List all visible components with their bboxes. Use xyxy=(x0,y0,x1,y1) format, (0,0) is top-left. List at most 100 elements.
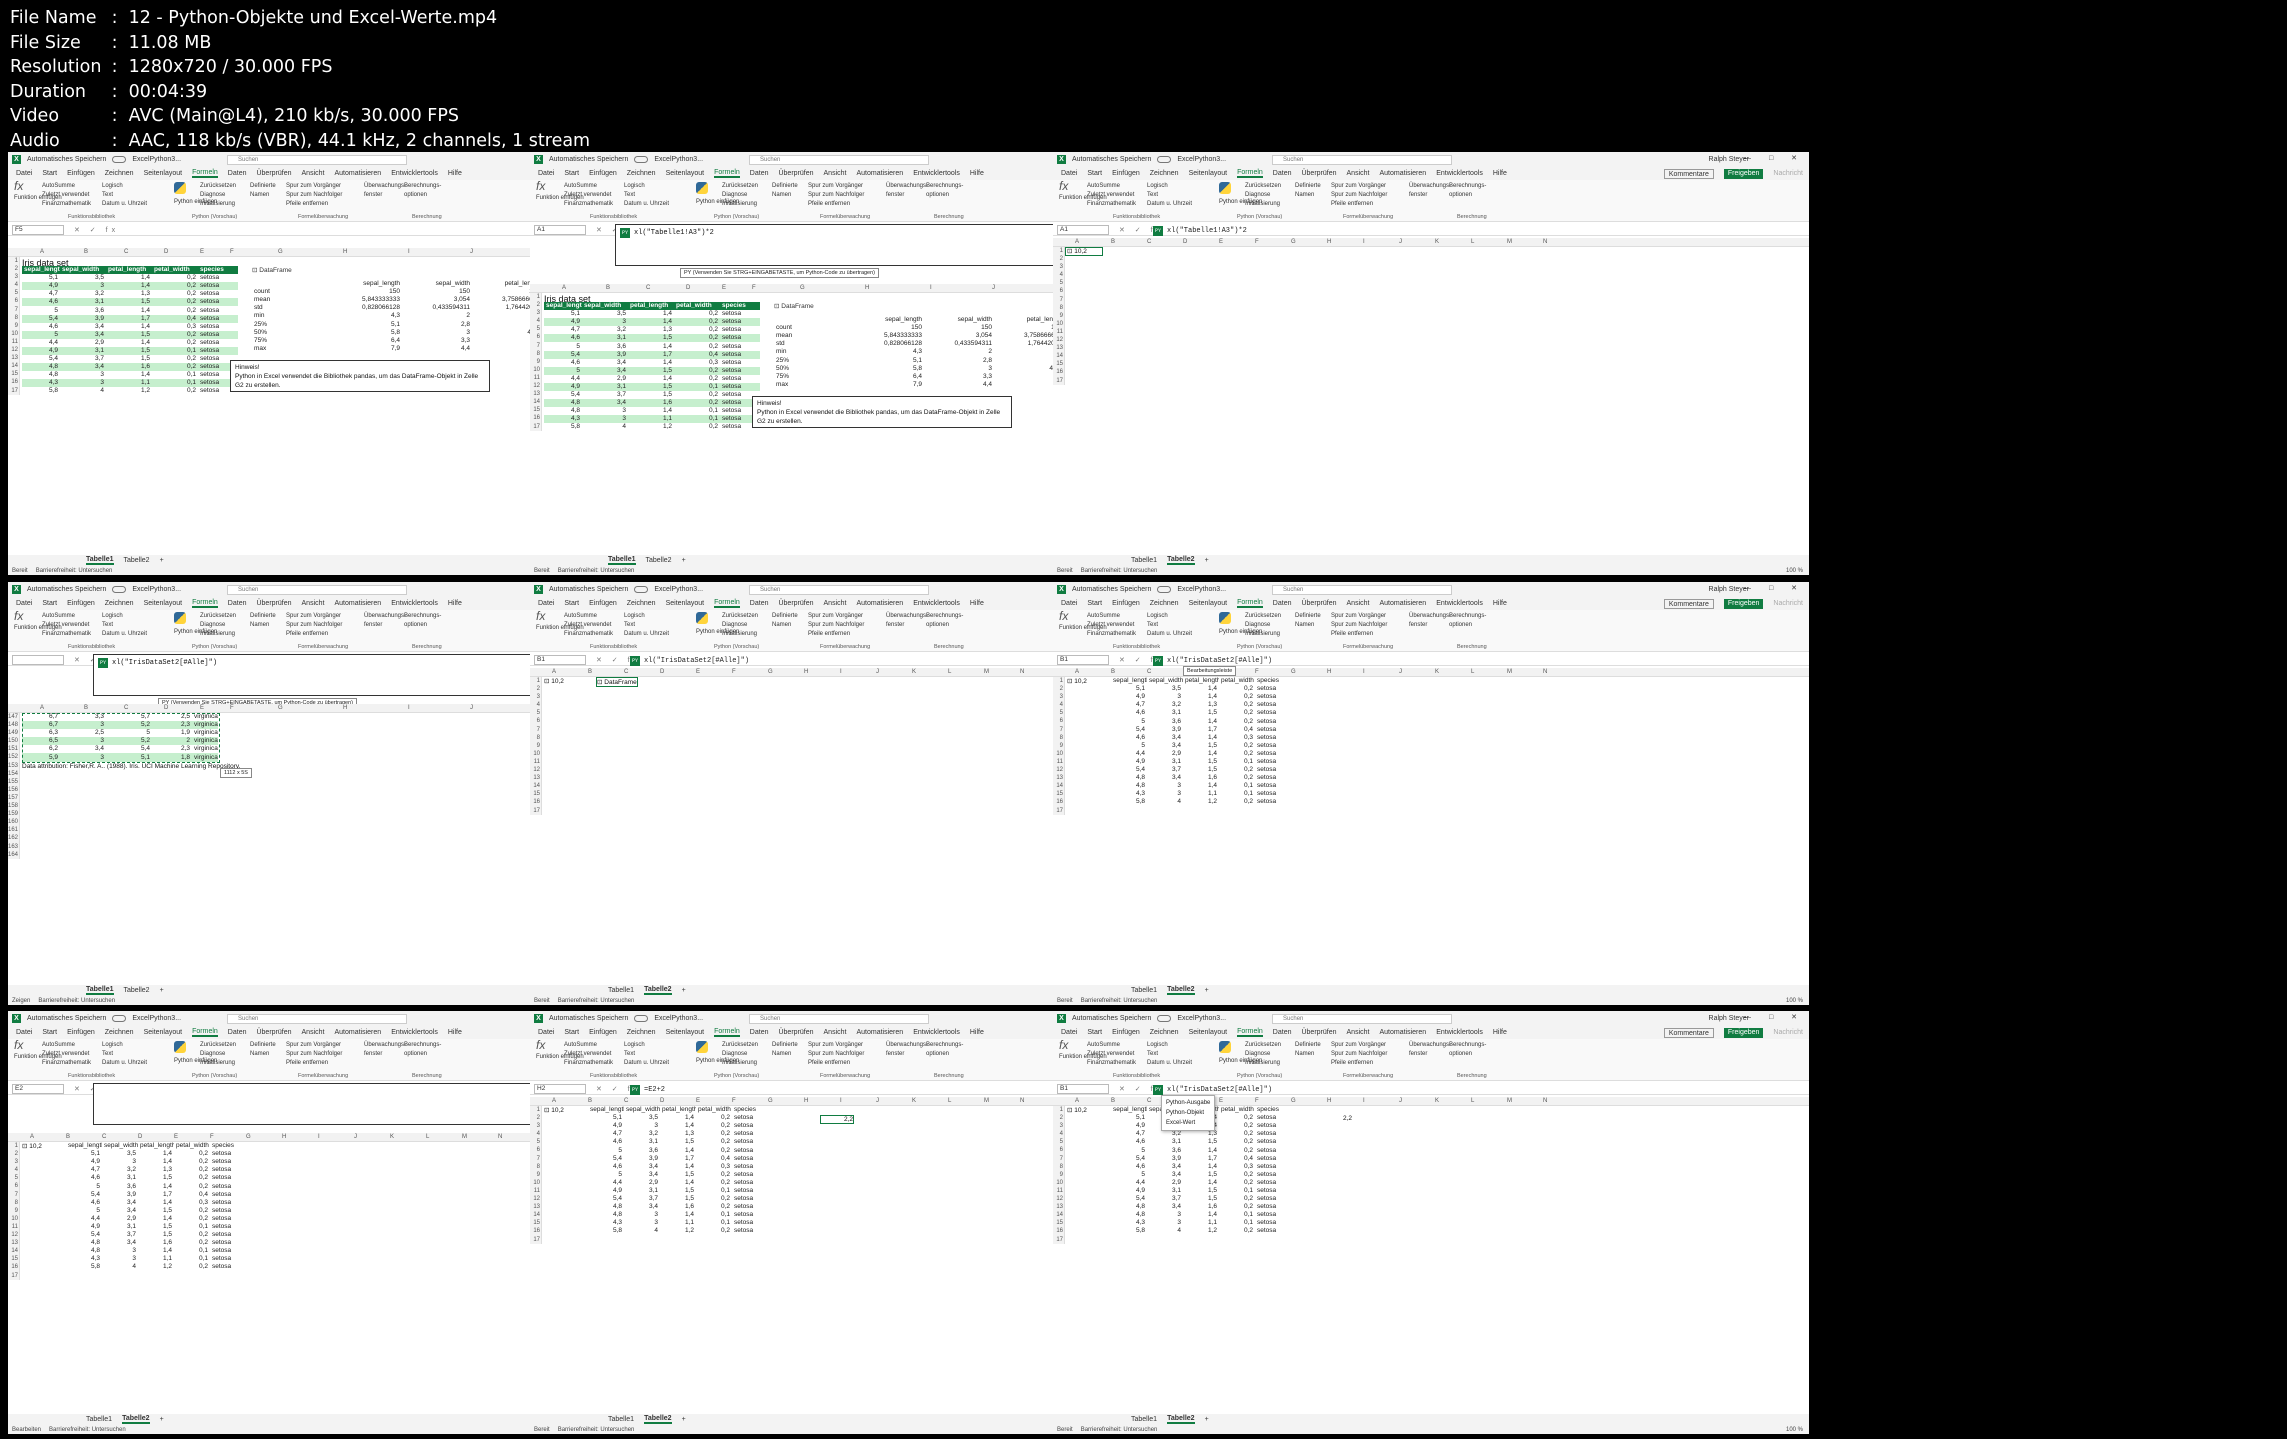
tab-5[interactable]: Formeln xyxy=(1237,169,1263,178)
table-cell[interactable]: 4,6 xyxy=(1111,734,1147,742)
tab-10[interactable]: Entwicklertools xyxy=(1436,600,1483,607)
table-cell[interactable]: 1,5 xyxy=(106,330,152,339)
tab-10[interactable]: Entwicklertools xyxy=(1436,170,1483,177)
tab-11[interactable]: Hilfe xyxy=(1493,170,1507,177)
table-cell[interactable]: 1,7 xyxy=(1183,1155,1219,1163)
add-sheet-button[interactable]: + xyxy=(682,1416,686,1423)
column-header-cell[interactable]: sepal_length xyxy=(22,266,60,275)
table-cell[interactable]: 1,4 xyxy=(1183,1146,1219,1154)
describe-cell[interactable]: 25% xyxy=(252,320,322,328)
table-cell[interactable]: 1,5 xyxy=(106,298,152,307)
table-cell[interactable]: setosa xyxy=(732,1122,768,1130)
table-cell[interactable]: 3,4 xyxy=(1147,1203,1183,1211)
table-cell[interactable]: 4,6 xyxy=(1111,1138,1147,1146)
formula-text[interactable]: PY =E2+2 xyxy=(630,1085,665,1095)
init-button[interactable]: Initialisierung xyxy=(1245,200,1281,209)
table-cell[interactable]: 0,2 xyxy=(1219,1171,1255,1179)
autosave-toggle[interactable] xyxy=(112,1015,127,1022)
diagnose-button[interactable]: Diagnose xyxy=(200,191,236,200)
column-header-cell[interactable]: petal_length xyxy=(106,266,152,275)
tab-3[interactable]: Zeichnen xyxy=(627,600,656,607)
tab-6[interactable]: Daten xyxy=(228,170,247,177)
autosum-button[interactable]: AutoSumme xyxy=(1087,1041,1136,1050)
table-cell[interactable]: setosa xyxy=(210,1255,246,1263)
table-cell[interactable]: 5,4 xyxy=(22,355,60,363)
table-cell[interactable]: 0,2 xyxy=(174,1174,210,1182)
table-cell[interactable]: 5,8 xyxy=(1111,1227,1147,1235)
column-header-cell[interactable]: petal_width xyxy=(152,266,198,275)
tab-0[interactable]: Datei xyxy=(1061,1029,1077,1036)
table-cell[interactable]: 3,7 xyxy=(582,391,628,399)
search-input[interactable]: Suchen xyxy=(1272,584,1453,595)
table-cell[interactable]: 3 xyxy=(624,1122,660,1130)
table-cell[interactable]: 3,5 xyxy=(102,1150,138,1158)
autosave-toggle[interactable] xyxy=(634,586,649,593)
autosave-toggle[interactable] xyxy=(1157,586,1172,593)
share-button[interactable]: Freigeben xyxy=(1723,598,1764,609)
tab-8[interactable]: Ansicht xyxy=(824,170,847,177)
column-header-cell[interactable]: species xyxy=(210,1142,246,1150)
logic-button[interactable]: Logisch xyxy=(624,1041,669,1050)
tab-2[interactable]: Einfügen xyxy=(1112,1029,1140,1036)
table-cell[interactable]: 4,8 xyxy=(66,1239,102,1247)
column-header-cell[interactable]: sepal_length xyxy=(1111,1106,1147,1114)
table-cell[interactable]: 4,3 xyxy=(22,379,60,388)
table-cell[interactable]: 1,5 xyxy=(628,382,674,392)
table-cell[interactable]: setosa xyxy=(720,334,760,343)
sheet-tab[interactable]: Tabelle1 xyxy=(608,987,634,994)
table-cell[interactable]: 5,1 xyxy=(66,1150,102,1158)
remove-arrows-button[interactable]: Pfeile entfernen xyxy=(808,630,864,639)
table-cell[interactable]: 0,2 xyxy=(152,282,198,291)
calc-options-button[interactable]: Berechnungs-optionen xyxy=(404,1041,441,1059)
diagnose-button[interactable]: Diagnose xyxy=(722,1050,758,1059)
table-cell[interactable]: 4,3 xyxy=(588,1219,624,1227)
table-cell[interactable]: setosa xyxy=(210,1182,246,1190)
table-cell[interactable]: 4,9 xyxy=(1111,1187,1147,1195)
diagnose-button[interactable]: Diagnose xyxy=(1245,1050,1281,1059)
table-cell[interactable]: 1,4 xyxy=(106,323,152,331)
table-cell[interactable]: 5 xyxy=(544,366,582,375)
tab-1[interactable]: Start xyxy=(564,1029,579,1036)
table-cell[interactable]: setosa xyxy=(732,1211,768,1219)
table-cell[interactable]: 0,2 xyxy=(696,1130,732,1138)
table-cell[interactable]: 0,3 xyxy=(152,323,198,331)
table-cell[interactable]: 4,9 xyxy=(66,1158,102,1166)
table-cell[interactable]: 5,4 xyxy=(544,350,582,359)
table-cell[interactable]: 1,4 xyxy=(138,1158,174,1166)
accessibility-status[interactable]: Barrierefreiheit: Untersuchen xyxy=(558,568,635,574)
table-cell[interactable]: 0,2 xyxy=(174,1182,210,1190)
describe-cell[interactable]: 5,8 xyxy=(322,329,402,337)
table-cell[interactable]: 5,4 xyxy=(1111,1155,1147,1163)
calc-options-button[interactable]: Berechnungs-optionen xyxy=(404,182,441,200)
tab-6[interactable]: Daten xyxy=(228,600,247,607)
trace-dependents-button[interactable]: Spur zum Nachfolger xyxy=(808,621,864,630)
table-cell[interactable]: 5,1 xyxy=(1111,1114,1147,1122)
table-cell[interactable]: setosa xyxy=(210,1247,246,1255)
watch-window-button[interactable]: Überwachungs-fenster xyxy=(1409,1041,1451,1059)
recent-button[interactable]: Zuletzt verwendet xyxy=(42,1050,91,1059)
table-cell[interactable]: 3,2 xyxy=(102,1166,138,1174)
table-cell[interactable]: 1,3 xyxy=(628,326,674,334)
table-cell[interactable]: 1,4 xyxy=(138,1215,174,1223)
table-cell[interactable]: 0,2 xyxy=(174,1166,210,1174)
table-cell[interactable]: 4,9 xyxy=(66,1223,102,1231)
tab-4[interactable]: Seitenlayout xyxy=(144,170,183,177)
tab-1[interactable]: Start xyxy=(564,170,579,177)
describe-cell[interactable]: min xyxy=(774,348,844,356)
calc-options-button[interactable]: Berechnungs-optionen xyxy=(1449,612,1486,630)
tab-3[interactable]: Zeichnen xyxy=(105,600,134,607)
table-cell[interactable]: 3,4 xyxy=(1147,742,1183,750)
tab-9[interactable]: Automatisieren xyxy=(334,600,381,607)
text-button[interactable]: Text xyxy=(624,191,669,200)
remove-arrows-button[interactable]: Pfeile entfernen xyxy=(808,1059,864,1068)
table-cell[interactable]: 1,5 xyxy=(660,1187,696,1195)
tab-9[interactable]: Automatisieren xyxy=(1379,170,1426,177)
table-cell[interactable]: 1,3 xyxy=(138,1166,174,1174)
table-cell[interactable]: 0,3 xyxy=(174,1199,210,1207)
share-button[interactable]: Freigeben xyxy=(1723,1027,1764,1038)
finance-button[interactable]: Finanzmathematik xyxy=(1087,630,1136,639)
table-cell[interactable]: 0,4 xyxy=(1219,1155,1255,1163)
table-cell[interactable]: 1,5 xyxy=(138,1174,174,1182)
table-cell[interactable]: 0,2 xyxy=(674,366,720,375)
table-cell[interactable]: setosa xyxy=(732,1179,768,1187)
